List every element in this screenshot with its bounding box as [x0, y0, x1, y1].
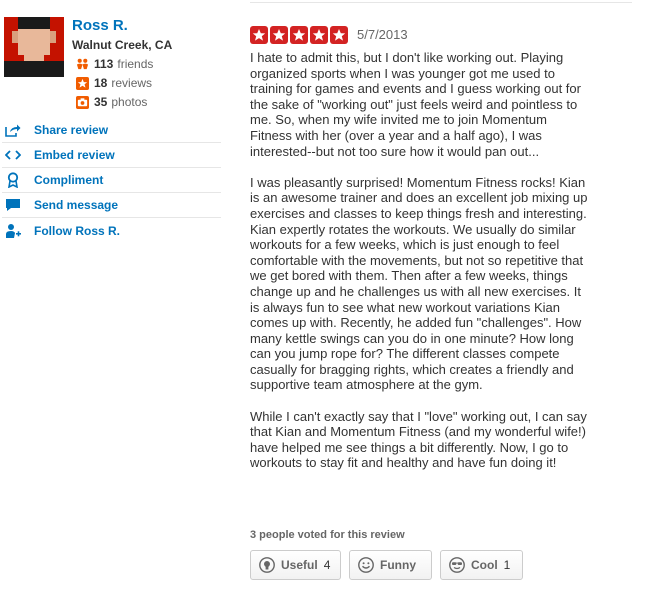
message-icon	[4, 197, 22, 213]
embed-review-label: Embed review	[34, 148, 115, 162]
review-actions: Share review Embed review Compliment Sen…	[2, 118, 221, 243]
review-line: While I can't exactly say that I "love" …	[250, 408, 587, 424]
useful-button[interactable]: Useful 4	[250, 550, 341, 580]
review-line: the sake of "working out" just feels wei…	[250, 96, 578, 112]
cool-label: Cool	[471, 558, 498, 572]
review-paragraph: I was pleasantly surprised! Momentum Fit…	[250, 175, 630, 393]
review-line: interested--but not too sure how it woul…	[250, 143, 540, 159]
follow-user-label: Follow Ross R.	[34, 223, 121, 238]
review-line: is always fun to see what new workout va…	[250, 299, 560, 315]
friends-stat: 113 friends	[76, 56, 153, 72]
review-line: Kian expertly rotates the workouts. We u…	[250, 221, 576, 237]
compliment-icon	[4, 172, 22, 188]
review-line: exercises and classes to keep things fre…	[250, 205, 587, 221]
review-star-icon	[76, 76, 89, 90]
review-line: we get bored with them. Then after a few…	[250, 268, 568, 284]
funny-button[interactable]: Funny	[349, 550, 432, 580]
lightbulb-icon	[259, 557, 275, 573]
vote-count-note: 3 people voted for this review	[250, 529, 405, 541]
user-name-link[interactable]: Ross R.	[72, 17, 128, 34]
review-line: training for games and events and I gues…	[250, 81, 581, 97]
embed-icon	[4, 147, 22, 163]
review-line: change up and he challenges us with all …	[250, 283, 581, 299]
cool-count: 1	[503, 558, 511, 572]
camera-icon	[76, 95, 89, 109]
smiley-icon	[358, 557, 374, 573]
review-line: organized sports when I was younger got …	[250, 65, 555, 81]
review-line: can you jump rope for? The different cla…	[250, 346, 560, 362]
embed-review-link[interactable]: Embed review	[2, 143, 221, 168]
reviews-stat: 18 reviews	[76, 75, 152, 91]
follow-user-link[interactable]: Follow Ross R.	[2, 218, 221, 243]
top-divider	[250, 2, 632, 3]
review-line: workouts for a few weeks, which is just …	[250, 237, 560, 253]
rating-star-icon	[330, 26, 348, 44]
rating-star-icon	[310, 26, 328, 44]
review-line: that Kian and Momentum Fitness (and my w…	[250, 424, 586, 440]
review-line: have helped me see things a bit differen…	[250, 439, 569, 455]
review-line: workouts to stay fit and healthy and hav…	[250, 455, 557, 471]
compliment-label: Compliment	[34, 173, 104, 187]
friends-icon	[76, 58, 89, 69]
reviews-label: reviews	[111, 76, 153, 90]
send-message-link[interactable]: Send message	[2, 193, 221, 218]
share-icon	[4, 122, 22, 138]
send-message-label: Send message	[34, 198, 119, 212]
rating-star-icon	[270, 26, 288, 44]
review-line: Fitness with her (over a year and a half…	[250, 127, 542, 143]
follow-icon	[4, 223, 22, 239]
photos-stat: 35 photos	[76, 94, 147, 110]
review-line: comfortable with the movements, but not …	[250, 252, 584, 268]
avatar[interactable]	[4, 17, 64, 77]
user-location: Walnut Creek, CA	[72, 38, 173, 52]
friends-count: 113	[94, 57, 114, 71]
funny-label: Funny	[380, 558, 416, 572]
avatar-ear-left	[12, 31, 18, 43]
avatar-shirt	[4, 61, 64, 77]
rating-star-icon	[250, 26, 268, 44]
review-line: comes up with. Recently, he added fun "c…	[250, 315, 582, 331]
cool-button[interactable]: Cool 1	[440, 550, 523, 580]
reviews-count: 18	[94, 76, 108, 90]
review-paragraph: While I can't exactly say that I "love" …	[250, 409, 630, 471]
avatar-hair	[18, 17, 50, 29]
friends-label: friends	[117, 57, 154, 71]
review-line: is an awesome trainer and does an excell…	[250, 190, 588, 206]
review-line: I hate to admit this, but I don't like w…	[250, 50, 564, 65]
review-date: 5/7/2013	[357, 27, 408, 42]
useful-label: Useful	[281, 558, 318, 572]
sunglasses-icon	[449, 557, 465, 573]
review-paragraph: I hate to admit this, but I don't like w…	[250, 50, 630, 159]
photos-count: 35	[94, 95, 108, 109]
review-text: I hate to admit this, but I don't like w…	[250, 50, 630, 487]
avatar-ear-right	[50, 31, 56, 43]
avatar-face	[18, 29, 50, 55]
share-review-label: Share review	[34, 123, 109, 137]
photos-label: photos	[111, 95, 148, 109]
review-line: me. So, when my wife invited me to join …	[250, 112, 547, 128]
review-line: supportive team atmosphere at the gym.	[250, 377, 483, 393]
review-line: I was pleasantly surprised! Momentum Fit…	[250, 174, 586, 190]
review-line: casually for bragging rights, which crea…	[250, 361, 574, 377]
rating-star-icon	[290, 26, 308, 44]
star-rating	[250, 26, 350, 44]
review-line: many kettle swings can you do in one min…	[250, 330, 574, 346]
useful-count: 4	[323, 558, 331, 572]
share-review-link[interactable]: Share review	[2, 118, 221, 143]
compliment-link[interactable]: Compliment	[2, 168, 221, 193]
